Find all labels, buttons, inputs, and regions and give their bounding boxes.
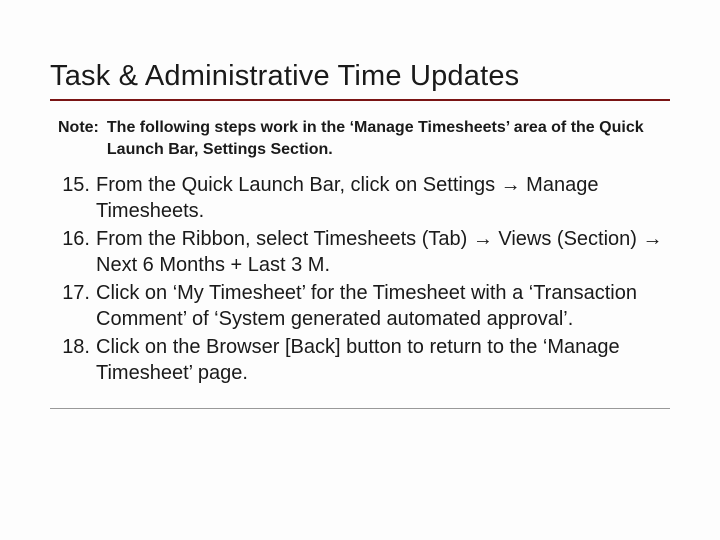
step-text: From the Quick Launch Bar, click on Sett… (96, 172, 670, 224)
bottom-divider (50, 408, 670, 409)
note-text: The following steps work in the ‘Manage … (107, 117, 670, 160)
slide: Task & Administrative Time Updates Note:… (0, 0, 720, 449)
title-divider (50, 99, 670, 101)
step-text: Click on ‘My Timesheet’ for the Timeshee… (96, 280, 670, 332)
step-number: 16. (50, 226, 96, 278)
list-item: 18. Click on the Browser [Back] button t… (50, 334, 670, 386)
list-item: 15. From the Quick Launch Bar, click on … (50, 172, 670, 224)
step-list: 15. From the Quick Launch Bar, click on … (50, 172, 670, 386)
slide-title: Task & Administrative Time Updates (50, 60, 670, 93)
note-block: Note: The following steps work in the ‘M… (58, 117, 670, 160)
step-number: 17. (50, 280, 96, 332)
note-label: Note: (58, 117, 107, 160)
step-number: 15. (50, 172, 96, 224)
list-item: 16. From the Ribbon, select Timesheets (… (50, 226, 670, 278)
step-text: From the Ribbon, select Timesheets (Tab)… (96, 226, 670, 278)
list-item: 17. Click on ‘My Timesheet’ for the Time… (50, 280, 670, 332)
step-text: Click on the Browser [Back] button to re… (96, 334, 670, 386)
step-number: 18. (50, 334, 96, 386)
